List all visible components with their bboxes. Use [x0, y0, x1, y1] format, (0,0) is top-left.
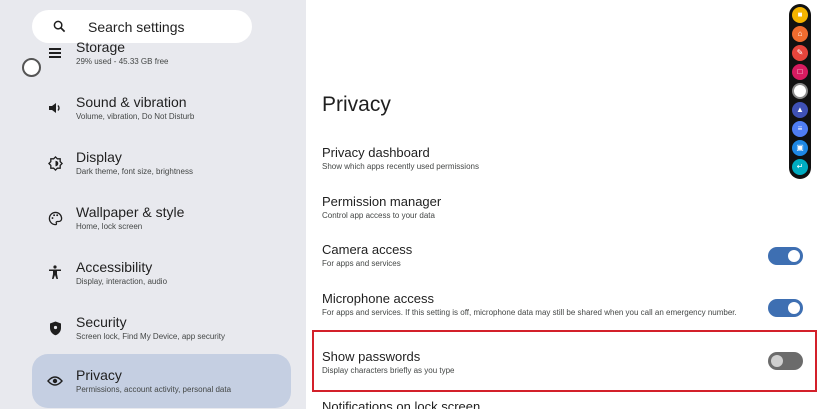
sliders-icon[interactable]: ≡ — [792, 121, 808, 137]
sidebar-item-privacy[interactable]: Privacy Permissions, account activity, p… — [32, 354, 291, 408]
palette-icon — [46, 209, 64, 227]
note-icon[interactable]: ■ — [792, 7, 808, 23]
sidebar-item-label: Wallpaper & style — [76, 204, 185, 220]
setting-microphone-access[interactable]: Microphone access For apps and services.… — [322, 291, 752, 318]
android-icon[interactable]: ▲ — [792, 102, 808, 118]
sidebar-item-sublabel: Screen lock, Find My Device, app securit… — [76, 332, 225, 341]
setting-title: Permission manager — [322, 194, 442, 209]
floating-dock: ■ ⌂ ✎ □ ▲ ≡ ▣ ↵ — [789, 4, 811, 179]
toggle-knob — [788, 302, 800, 314]
accessibility-icon — [46, 264, 64, 282]
speaker-icon — [46, 99, 64, 117]
setting-permission-manager[interactable]: Permission manager Control app access to… — [322, 194, 807, 221]
page-title: Privacy — [322, 93, 391, 116]
sidebar-item-wallpaper[interactable]: Wallpaper & style Home, lock screen — [32, 191, 291, 245]
highlight-box — [312, 330, 817, 392]
setting-camera-access[interactable]: Camera access For apps and services — [322, 242, 807, 269]
shield-icon — [46, 319, 64, 337]
sidebar-item-label: Sound & vibration — [76, 94, 187, 110]
toggle-knob — [788, 250, 800, 262]
setting-title: Camera access — [322, 242, 413, 257]
circle-icon[interactable] — [792, 83, 808, 99]
camera-access-toggle[interactable] — [768, 247, 803, 265]
settings-sidebar: Search settings Storage 29% used - 45.33… — [0, 0, 306, 409]
setting-summary: Show which apps recently used permission… — [322, 162, 479, 171]
sidebar-item-label: Accessibility — [76, 259, 153, 275]
setting-title: Privacy dashboard — [322, 145, 430, 160]
sidebar-item-label: Storage — [76, 39, 126, 55]
sidebar-item-security[interactable]: Security Screen lock, Find My Device, ap… — [32, 301, 291, 355]
enter-icon[interactable]: ↵ — [792, 159, 808, 175]
sidebar-item-sublabel: Display, interaction, audio — [76, 277, 168, 286]
sidebar-item-sublabel: Dark theme, font size, brightness — [76, 167, 193, 176]
brightness-icon — [46, 154, 64, 172]
sidebar-item-sound[interactable]: Sound & vibration Volume, vibration, Do … — [32, 81, 291, 135]
sidebar-item-sublabel: Volume, vibration, Do Not Disturb — [76, 112, 195, 121]
window-icon[interactable]: ▣ — [792, 140, 808, 156]
home-icon[interactable]: ⌂ — [792, 26, 808, 42]
setting-title: Microphone access — [322, 291, 434, 306]
sidebar-item-label: Security — [76, 314, 127, 330]
sidebar-item-sublabel: Permissions, account activity, personal … — [76, 385, 232, 394]
setting-summary: For apps and services. If this setting i… — [322, 308, 737, 317]
sidebar-item-label: Privacy — [76, 367, 122, 383]
sidebar-item-storage[interactable]: Storage 29% used - 45.33 GB free — [32, 26, 291, 80]
sidebar-item-label: Display — [76, 149, 122, 165]
storage-icon — [46, 44, 64, 62]
sidebar-item-accessibility[interactable]: Accessibility Display, interaction, audi… — [32, 246, 291, 300]
chat-icon[interactable]: □ — [792, 64, 808, 80]
setting-title: Notifications on lock screen — [322, 399, 481, 409]
privacy-eye-icon — [46, 372, 64, 390]
setting-privacy-dashboard[interactable]: Privacy dashboard Show which apps recent… — [322, 145, 807, 172]
setting-notifications-lock-screen[interactable]: Notifications on lock screen — [322, 399, 807, 409]
setting-summary: Control app access to your data — [322, 211, 435, 220]
setting-summary: For apps and services — [322, 259, 401, 268]
sidebar-item-display[interactable]: Display Dark theme, font size, brightnes… — [32, 136, 291, 190]
touch-cursor-indicator — [22, 58, 41, 77]
sidebar-item-sublabel: 29% used - 45.33 GB free — [76, 57, 169, 66]
sidebar-item-sublabel: Home, lock screen — [76, 222, 143, 231]
edit-icon[interactable]: ✎ — [792, 45, 808, 61]
microphone-access-toggle[interactable] — [768, 299, 803, 317]
